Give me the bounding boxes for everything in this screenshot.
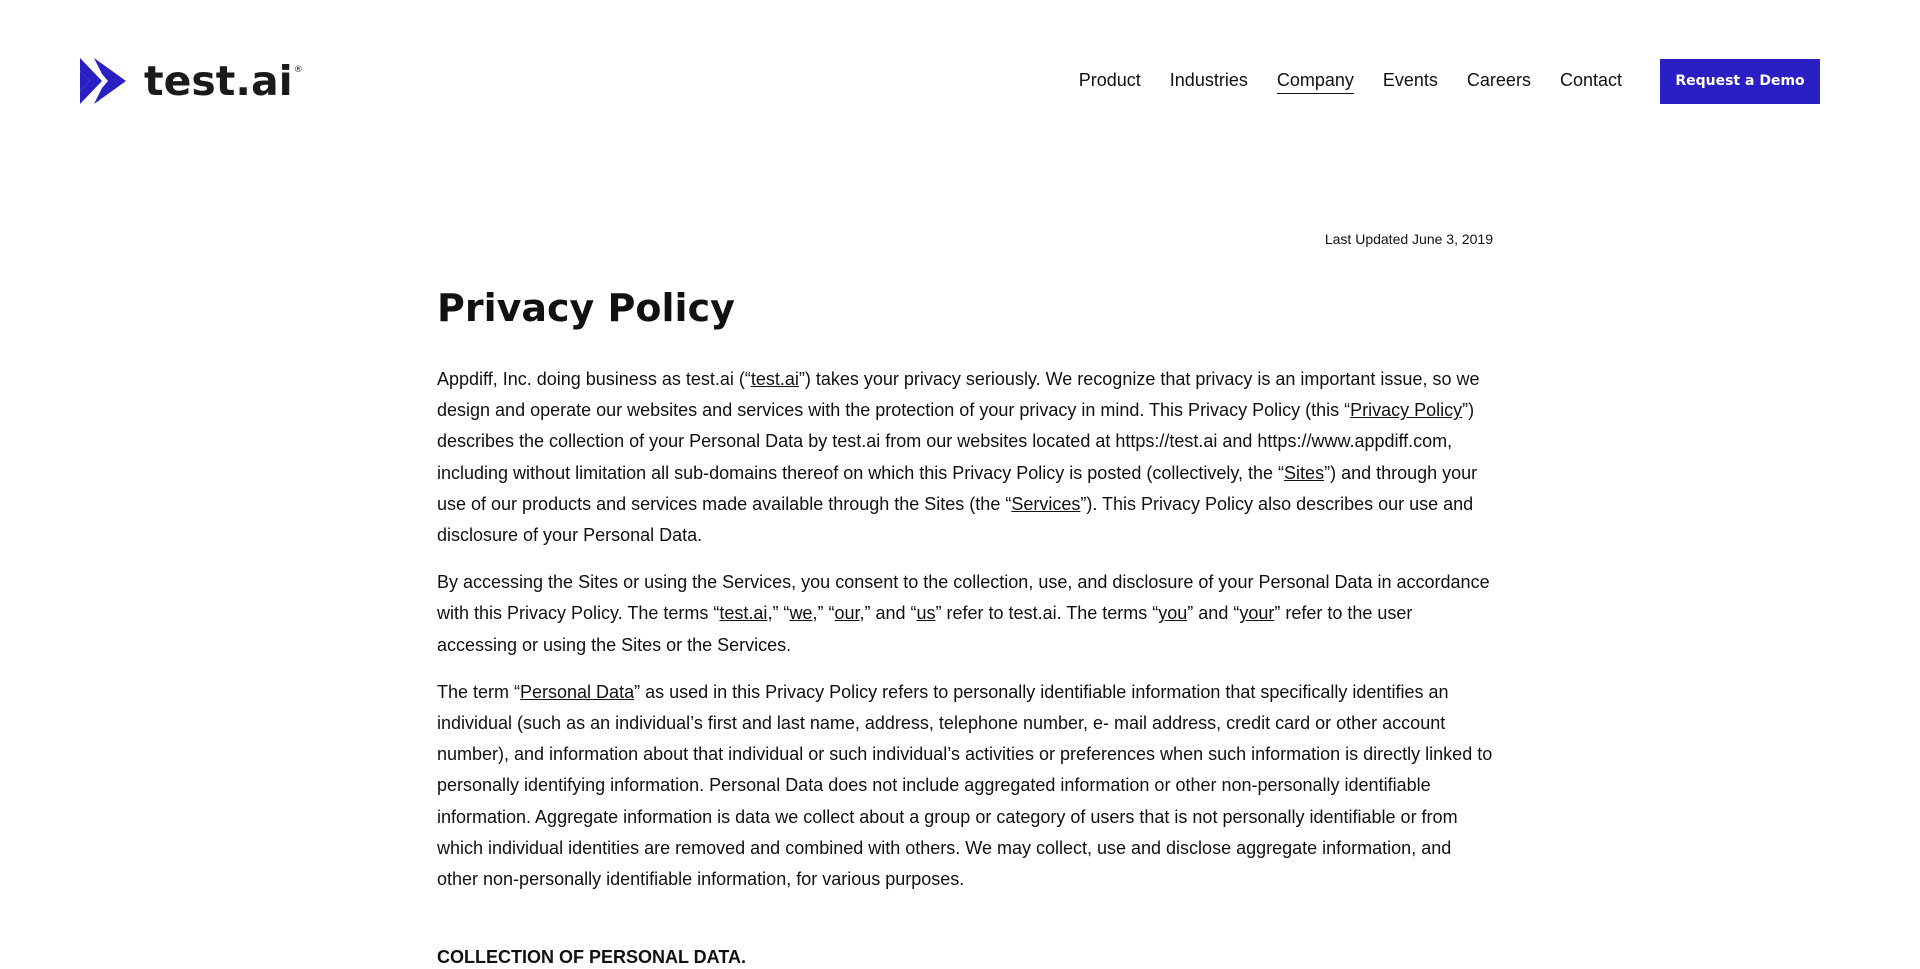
defined-term-link[interactable]: you bbox=[1158, 603, 1187, 623]
paragraph-text: The term “ bbox=[437, 681, 521, 702]
defined-term-link[interactable]: test.ai bbox=[751, 369, 799, 389]
defined-term-link[interactable]: Privacy Policy bbox=[1350, 400, 1462, 420]
page-title: Privacy Policy bbox=[437, 286, 735, 330]
consent-paragraph: By accessing the Sites or using the Serv… bbox=[437, 567, 1493, 661]
defined-term-link[interactable]: Sites bbox=[1284, 463, 1324, 483]
paragraph-text: ,” “ bbox=[812, 603, 835, 624]
nav-item-company[interactable]: Company bbox=[1276, 69, 1354, 94]
nav-item-careers[interactable]: Careers bbox=[1467, 69, 1531, 93]
logo-wordmark: test.ai ® bbox=[144, 58, 303, 104]
defined-term-link[interactable]: test.ai bbox=[719, 603, 767, 623]
request-demo-button[interactable]: Request a Demo bbox=[1660, 58, 1820, 104]
paragraph-text: ,” “ bbox=[767, 603, 790, 624]
section-heading-collection: COLLECTION OF PERSONAL DATA. bbox=[437, 947, 746, 968]
nav-item-industries[interactable]: Industries bbox=[1170, 69, 1248, 93]
site-header: test.ai ® Product Industries Company Eve… bbox=[0, 0, 1920, 140]
defined-term-link[interactable]: Personal Data bbox=[520, 682, 634, 702]
defined-term-link[interactable]: our bbox=[834, 603, 859, 623]
intro-paragraph: Appdiff, Inc. doing business as test.ai … bbox=[437, 364, 1493, 551]
main-nav: Product Industries Company Events Career… bbox=[1050, 58, 1820, 104]
paragraph-text: Appdiff, Inc. doing business as test.ai … bbox=[437, 369, 751, 389]
defined-term-link[interactable]: us bbox=[917, 603, 936, 623]
brand-name: test.ai bbox=[144, 57, 293, 105]
defined-term-link[interactable]: we bbox=[789, 603, 812, 623]
last-updated-date: Last Updated June 3, 2019 bbox=[1324, 231, 1493, 247]
paragraph-text: ” as used in this Privacy Policy refers … bbox=[437, 681, 1493, 890]
paragraph-text: ,” and “ bbox=[859, 603, 917, 624]
nav-item-events[interactable]: Events bbox=[1383, 69, 1438, 93]
paragraph-text: ” refer to test.ai. The terms “ bbox=[935, 603, 1159, 624]
test-ai-logo-icon bbox=[80, 58, 126, 104]
nav-item-product[interactable]: Product bbox=[1079, 69, 1141, 93]
defined-term-link[interactable]: your bbox=[1239, 603, 1274, 623]
personal-data-definition-paragraph: The term “Personal Data” as used in this… bbox=[437, 677, 1493, 895]
paragraph-text: ” and “ bbox=[1187, 603, 1240, 624]
registered-mark: ® bbox=[293, 65, 303, 75]
nav-item-contact[interactable]: Contact bbox=[1560, 69, 1622, 93]
defined-term-link[interactable]: Services bbox=[1011, 494, 1080, 514]
policy-body: Appdiff, Inc. doing business as test.ai … bbox=[437, 364, 1493, 969]
logo[interactable]: test.ai ® bbox=[80, 58, 303, 104]
